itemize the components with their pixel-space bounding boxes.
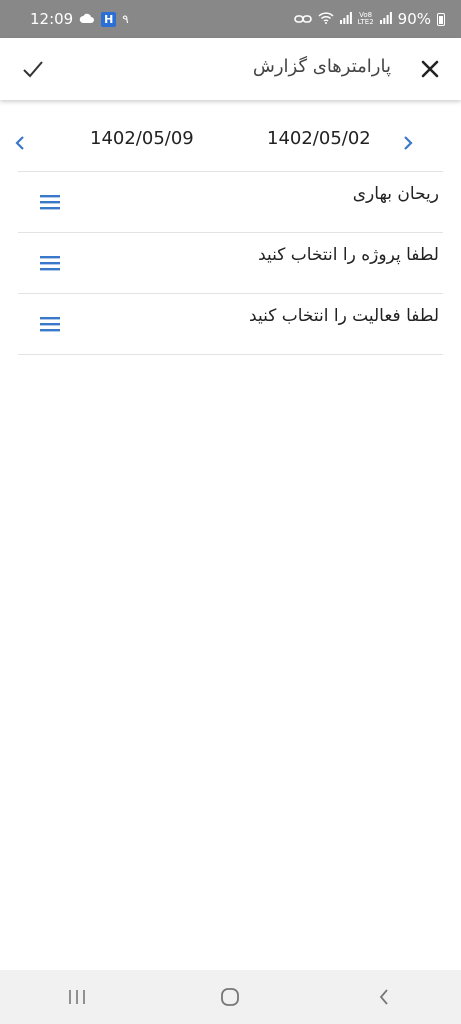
battery-percent: 90% xyxy=(397,10,431,28)
back-icon xyxy=(379,989,388,1005)
confirm-button[interactable] xyxy=(20,56,46,82)
project-label: لطفا پروژه را انتخاب کنید xyxy=(258,245,439,265)
date-range: 1402/05/09 1402/05/02 xyxy=(0,118,461,170)
close-button[interactable] xyxy=(417,56,443,82)
start-date[interactable]: 1402/05/02 xyxy=(267,128,371,149)
recent-apps-button[interactable] xyxy=(47,977,107,1017)
status-bar: 12:09 H ۹ Vo8 LTE2 90% xyxy=(0,0,461,38)
app-notification-icon: H xyxy=(101,11,117,27)
volte-icon: Vo8 LTE2 xyxy=(357,11,374,26)
signal-icon xyxy=(339,10,352,28)
activity-select-row[interactable]: لطفا فعالیت را انتخاب کنید xyxy=(18,293,443,355)
menu-icon xyxy=(40,195,60,210)
home-icon xyxy=(221,988,240,1006)
end-date[interactable]: 1402/05/09 xyxy=(90,128,194,149)
check-icon xyxy=(23,61,43,78)
activity-label: لطفا فعالیت را انتخاب کنید xyxy=(249,306,439,326)
person-select-row[interactable]: ریحان بهاری xyxy=(18,171,443,232)
status-left: 12:09 H ۹ xyxy=(30,10,129,28)
close-icon xyxy=(421,60,439,78)
wifi-icon xyxy=(318,10,334,28)
page-title: پارامترهای گزارش xyxy=(252,56,391,77)
link-icon xyxy=(293,10,312,28)
menu-icon xyxy=(40,317,60,332)
app-bar: پارامترهای گزارش xyxy=(0,38,461,100)
previous-period-button[interactable] xyxy=(11,134,29,152)
menu-icon xyxy=(40,256,60,271)
notification-count: ۹ xyxy=(122,12,129,26)
person-label: ریحان بهاری xyxy=(352,184,439,204)
cloud-icon xyxy=(79,10,95,28)
chevron-right-icon xyxy=(404,136,413,150)
battery-icon xyxy=(437,12,445,26)
recent-apps-icon xyxy=(69,990,85,1004)
signal-icon-2 xyxy=(379,10,392,28)
system-nav-bar xyxy=(0,970,461,1024)
next-period-button[interactable] xyxy=(399,134,417,152)
status-time: 12:09 xyxy=(30,10,74,28)
status-right: Vo8 LTE2 90% xyxy=(293,10,445,28)
project-select-row[interactable]: لطفا پروژه را انتخاب کنید xyxy=(18,232,443,293)
chevron-left-icon xyxy=(15,136,24,150)
back-button[interactable] xyxy=(354,977,414,1017)
home-button[interactable] xyxy=(200,977,260,1017)
